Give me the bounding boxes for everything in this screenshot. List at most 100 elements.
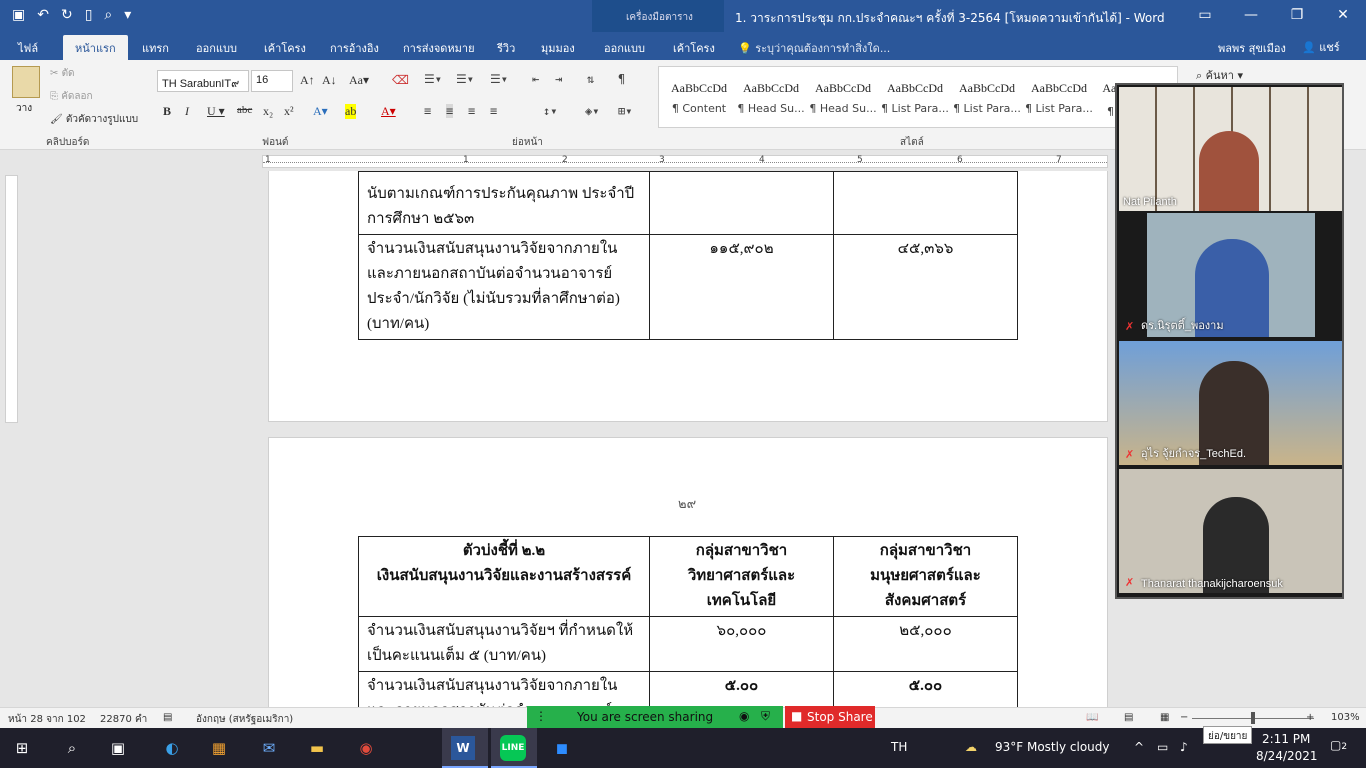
language-status[interactable]: อังกฤษ (สหรัฐอเมริกา) xyxy=(196,712,293,727)
store-icon[interactable]: ▦ xyxy=(205,734,233,762)
strikethrough-icon[interactable]: abc xyxy=(237,104,252,116)
grow-font-icon[interactable]: A↑ xyxy=(300,73,315,88)
video-tile[interactable]: ✗ ดร.นิรุตติ์_พองาม xyxy=(1119,213,1342,337)
shading-icon[interactable]: ◈▾ xyxy=(585,104,599,118)
table-cell[interactable] xyxy=(649,171,834,235)
sharing-indicator[interactable]: ⋮ You are screen sharing ◉ ⛨ xyxy=(527,706,783,728)
tab-references[interactable]: การอ้างอิง xyxy=(330,39,379,57)
superscript-icon[interactable]: x² xyxy=(284,104,294,119)
copy-button[interactable]: ⎘ คัดลอก xyxy=(50,89,93,104)
bullets-icon[interactable]: ☰▾ xyxy=(424,72,442,86)
windows-start-icon[interactable]: ⊞ xyxy=(8,734,36,762)
borders-icon[interactable]: ⊞▾ xyxy=(618,104,632,118)
table-cell[interactable]: ๕.๐๐ xyxy=(833,671,1018,707)
share-button[interactable]: 👤 แชร์ xyxy=(1302,38,1340,56)
tab-home[interactable]: หน้าแรก xyxy=(63,35,128,60)
increase-indent-icon[interactable]: ⇥ xyxy=(555,72,562,86)
zoom-in-icon[interactable]: + xyxy=(1306,712,1314,723)
text-effects-icon[interactable]: A▾ xyxy=(313,104,328,119)
clock-time[interactable]: 2:11 PM xyxy=(1262,732,1310,746)
numbering-icon[interactable]: ☰▾ xyxy=(456,72,474,86)
align-right-icon[interactable]: ≡ xyxy=(468,104,475,118)
drag-handle-icon[interactable]: ⋮ xyxy=(535,709,547,723)
web-layout-icon[interactable]: ▦ xyxy=(1160,712,1169,723)
table-page-1[interactable]: นับตามเกณฑ์การประกันคุณภาพ ประจำปีการศึก… xyxy=(358,171,1018,340)
style-item[interactable]: AaBbCcDd ¶ Content xyxy=(663,67,735,127)
video-tile[interactable]: Nat Pilanth xyxy=(1119,87,1342,211)
paste-button[interactable]: วาง xyxy=(16,101,32,116)
ribbon-display-icon[interactable]: ▭ xyxy=(1182,0,1228,32)
paste-icon[interactable] xyxy=(12,66,40,98)
mail-icon[interactable]: ✉ xyxy=(255,734,283,762)
line-app-icon[interactable]: LINE xyxy=(500,735,526,761)
chrome-icon[interactable]: ◉ xyxy=(352,734,380,762)
table-page-2[interactable]: ตัวบ่งชี้ที่ ๒.๒ เงินสนับสนุนงานวิจัยและง… xyxy=(358,536,1018,707)
new-document-icon[interactable]: ▯ xyxy=(85,6,93,24)
print-preview-icon[interactable]: ⌕ xyxy=(104,6,112,24)
proofing-icon[interactable]: ▤ xyxy=(163,712,172,723)
font-name-box[interactable]: TH SarabunIT๙ xyxy=(157,70,249,92)
tell-me-search[interactable]: 💡 ระบุว่าคุณต้องการทำสิ่งใด... xyxy=(738,39,890,57)
zoom-slider-thumb[interactable] xyxy=(1251,712,1255,724)
sort-icon[interactable]: ⇅ xyxy=(587,72,594,86)
change-case-icon[interactable]: Aa▾ xyxy=(349,73,369,88)
multilevel-list-icon[interactable]: ☰▾ xyxy=(490,72,508,86)
decrease-indent-icon[interactable]: ⇤ xyxy=(532,72,539,86)
bold-icon[interactable]: B xyxy=(163,104,171,119)
network-icon[interactable]: ▭ xyxy=(1157,740,1168,754)
tab-layout[interactable]: เค้าโครง xyxy=(264,39,306,57)
table-cell[interactable]: ๖๐,๐๐๐ xyxy=(649,616,834,672)
read-mode-icon[interactable]: 📖 xyxy=(1086,712,1098,723)
table-cell[interactable]: นับตามเกณฑ์การประกันคุณภาพ ประจำปีการศึก… xyxy=(358,171,650,235)
table-cell[interactable]: จำนวนเงินสนับสนุนงานวิจัยจากภายในและภายน… xyxy=(358,671,650,707)
minimize-button[interactable]: — xyxy=(1228,0,1274,32)
table-cell[interactable] xyxy=(833,171,1018,235)
font-color-icon[interactable]: A▾ xyxy=(381,104,396,119)
video-tile[interactable]: ✗ Thanarat thanakijcharoensuk xyxy=(1119,469,1342,593)
table-cell[interactable]: จำนวนเงินสนับสนุนงานวิจัยจากภายในและภายน… xyxy=(358,234,650,340)
page-count[interactable]: หน้า 28 จาก 102 xyxy=(8,712,86,727)
redo-icon[interactable]: ↻ xyxy=(61,6,73,24)
tab-design[interactable]: ออกแบบ xyxy=(196,39,237,57)
table-cell[interactable]: ๑๑๕,๙๐๒ xyxy=(649,234,834,340)
volume-icon[interactable]: ♪ xyxy=(1180,740,1188,754)
line-spacing-icon[interactable]: ↕▾ xyxy=(543,104,557,118)
undo-icon[interactable]: ↶ xyxy=(37,6,49,24)
tab-file[interactable]: ไฟล์ xyxy=(18,39,38,57)
font-size-box[interactable]: 16 xyxy=(251,70,293,92)
zoom-out-icon[interactable]: − xyxy=(1180,712,1188,723)
zoom-level[interactable]: 103% xyxy=(1331,712,1360,723)
word-count[interactable]: 22870 คำ xyxy=(100,712,147,727)
tab-view[interactable]: มุมมอง xyxy=(541,39,575,57)
print-layout-icon[interactable]: ▤ xyxy=(1124,712,1133,723)
zoom-video-panel[interactable]: Nat Pilanth ✗ ดร.นิรุตติ์_พองาม ✗ อุไร จ… xyxy=(1115,83,1344,599)
underline-icon[interactable]: U ▾ xyxy=(207,104,225,119)
user-name[interactable]: พลพร สุขเมือง xyxy=(1218,39,1286,57)
weather-icon[interactable]: ☁ xyxy=(965,740,977,754)
table-header-cell[interactable]: ตัวบ่งชี้ที่ ๒.๒ เงินสนับสนุนงานวิจัยและง… xyxy=(358,536,650,617)
table-cell[interactable]: ๔๕,๓๖๖ xyxy=(833,234,1018,340)
style-item[interactable]: AaBbCcDd ¶ List Para... xyxy=(1023,67,1095,127)
input-language[interactable]: TH xyxy=(891,740,907,754)
video-tile[interactable]: ✗ อุไร จุ้ยกำจร_TechEd. xyxy=(1119,341,1342,465)
table-header-cell[interactable]: กลุ่มสาขาวิชามนุษยศาสตร์และสังคมศาสตร์ xyxy=(833,536,1018,617)
align-center-icon[interactable]: ≡ xyxy=(446,104,454,118)
justify-icon[interactable]: ≡ xyxy=(490,104,497,118)
style-item[interactable]: AaBbCcDd ¶ List Para... xyxy=(951,67,1023,127)
find-button[interactable]: ⌕ ค้นหา ▾ xyxy=(1196,66,1243,84)
horizontal-ruler[interactable]: 1 1 2 3 4 5 6 7 xyxy=(262,155,1108,168)
tab-review[interactable]: รีวิว xyxy=(497,39,515,57)
vertical-ruler[interactable] xyxy=(5,175,18,423)
table-cell[interactable]: ๕.๐๐ xyxy=(649,671,834,707)
tab-table-layout[interactable]: เค้าโครง xyxy=(673,39,715,57)
clear-format-icon[interactable]: ⌫ xyxy=(392,73,409,88)
show-marks-icon[interactable]: ¶ xyxy=(618,72,625,86)
word-icon[interactable]: W xyxy=(451,736,475,760)
search-icon[interactable]: ⌕ xyxy=(58,734,86,762)
tab-insert[interactable]: แทรก xyxy=(142,39,169,57)
customize-qat-icon[interactable]: ▾ xyxy=(124,6,131,24)
table-cell[interactable]: จำนวนเงินสนับสนุนงานวิจัยฯ ที่กำหนดให้เป… xyxy=(358,616,650,672)
task-view-icon[interactable]: ▣ xyxy=(104,734,132,762)
notification-icon[interactable]: ▢2 xyxy=(1330,738,1347,752)
table-cell[interactable]: ๒๕,๐๐๐ xyxy=(833,616,1018,672)
